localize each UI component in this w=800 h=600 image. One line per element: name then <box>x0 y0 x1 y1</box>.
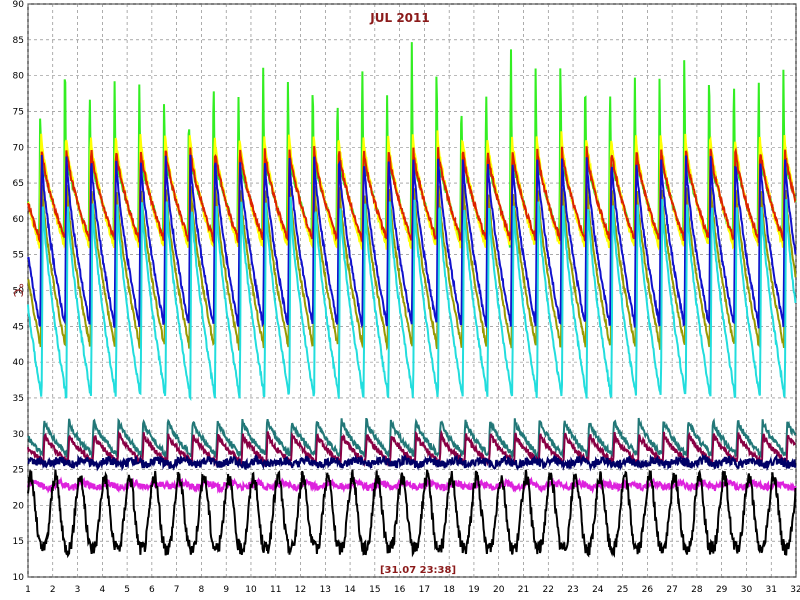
y-tick-label: 60 <box>13 215 25 225</box>
x-tick-label: 27 <box>666 585 677 595</box>
x-tick-label: 20 <box>493 585 505 595</box>
x-tick-label: 15 <box>369 585 380 595</box>
y-tick-label: 35 <box>13 394 24 404</box>
x-tick-label: 5 <box>124 585 130 595</box>
y-tick-label: 20 <box>13 501 25 511</box>
y-axis-label: °C <box>11 283 25 297</box>
x-tick-label: 23 <box>567 585 578 595</box>
x-tick-label: 16 <box>394 585 406 595</box>
y-tick-label: 90 <box>13 0 25 10</box>
y-tick-label: 70 <box>13 143 25 153</box>
x-tick-label: 7 <box>174 585 180 595</box>
x-tick-label: 4 <box>99 585 105 595</box>
x-tick-label: 29 <box>716 585 728 595</box>
y-tick-label: 25 <box>13 466 24 476</box>
x-tick-label: 12 <box>295 585 306 595</box>
x-tick-label: 8 <box>199 585 205 595</box>
x-tick-label: 17 <box>419 585 430 595</box>
y-tick-label: 65 <box>13 179 24 189</box>
x-tick-label: 11 <box>270 585 281 595</box>
timestamp-label: [31.07 23:38] <box>380 565 456 576</box>
x-tick-label: 21 <box>518 585 529 595</box>
x-tick-label: 24 <box>592 585 604 595</box>
x-tick-label: 31 <box>765 585 776 595</box>
y-tick-label: 30 <box>13 430 25 440</box>
temperature-chart: 1015202530354045505560657075808590 12345… <box>0 0 800 600</box>
y-tick-label: 55 <box>13 251 24 261</box>
x-tick-label: 19 <box>468 585 480 595</box>
y-tick-label: 80 <box>13 72 25 82</box>
x-tick-label: 3 <box>75 585 81 595</box>
chart-title: JUL 2011 <box>369 11 429 25</box>
x-tick-label: 2 <box>50 585 56 595</box>
x-tick-label: 18 <box>443 585 455 595</box>
y-tick-label: 15 <box>13 537 24 547</box>
x-tick-label: 6 <box>149 585 155 595</box>
x-tick-label: 22 <box>543 585 554 595</box>
y-tick-label: 10 <box>13 573 25 583</box>
y-tick-label: 75 <box>13 107 24 117</box>
x-tick-label: 32 <box>790 585 800 595</box>
x-tick-label: 26 <box>642 585 654 595</box>
x-tick-label: 14 <box>344 585 356 595</box>
y-tick-label: 85 <box>13 36 24 46</box>
x-tick-label: 25 <box>617 585 628 595</box>
x-tick-label: 13 <box>320 585 331 595</box>
x-tick-label: 28 <box>691 585 703 595</box>
x-tick-label: 30 <box>741 585 753 595</box>
x-tick-label: 10 <box>245 585 257 595</box>
x-tick-label: 1 <box>25 585 31 595</box>
y-tick-label: 40 <box>13 358 25 368</box>
y-tick-label: 45 <box>13 322 24 332</box>
x-tick-label: 9 <box>223 585 229 595</box>
